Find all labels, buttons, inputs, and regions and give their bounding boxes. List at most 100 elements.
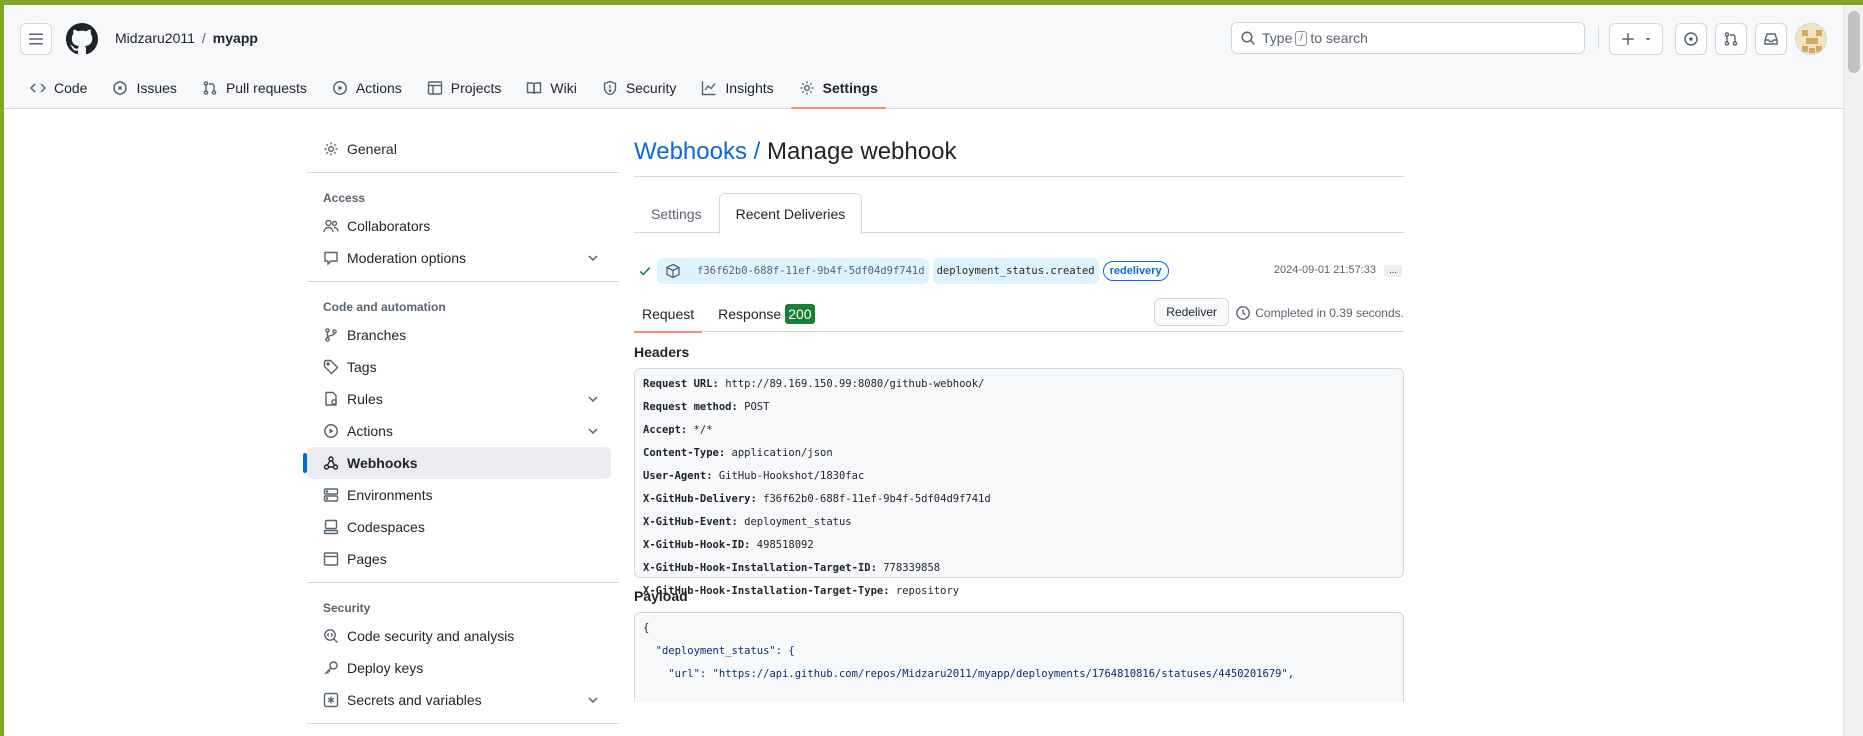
webhooks-breadcrumb-link[interactable]: Webhooks / bbox=[634, 138, 760, 165]
inbox-icon bbox=[1763, 31, 1779, 47]
sidebar-item-branches[interactable]: Branches bbox=[307, 319, 611, 351]
sidebar-item-pages[interactable]: Pages bbox=[307, 543, 611, 575]
browser-icon bbox=[323, 551, 339, 567]
sidebar-item-moderation[interactable]: Moderation options bbox=[307, 242, 611, 274]
tab-wiki[interactable]: Wiki bbox=[518, 72, 584, 104]
payload-value: "https://api.github.com/repos/Midzaru201… bbox=[712, 668, 1295, 680]
tab-label: Insights bbox=[725, 80, 774, 96]
header-value: deployment_status bbox=[744, 516, 852, 528]
package-icon bbox=[665, 263, 681, 279]
tab-label: Security bbox=[625, 80, 677, 96]
tab-webhook-settings[interactable]: Settings bbox=[634, 193, 719, 232]
tab-issues[interactable]: Issues bbox=[104, 72, 184, 104]
graph-icon bbox=[701, 80, 717, 96]
header-value: 778339858 bbox=[883, 562, 941, 574]
header-value: repository bbox=[895, 585, 960, 597]
shield-icon bbox=[602, 80, 618, 96]
sidebar-item-tags[interactable]: Tags bbox=[307, 351, 611, 383]
pull-request-icon bbox=[202, 80, 218, 96]
sidebar-item-label: Tags bbox=[347, 359, 377, 375]
tab-response[interactable]: Response 200 bbox=[710, 296, 822, 332]
header-key: X-GitHub-Event: bbox=[643, 516, 738, 528]
page-scrollbar[interactable] bbox=[1843, 5, 1863, 736]
delivery-expand-button[interactable]: ... bbox=[1384, 265, 1402, 277]
repo-breadcrumb: Midzaru2011 / myapp bbox=[115, 30, 258, 46]
sidebar-item-secrets[interactable]: Secrets and variables bbox=[307, 684, 611, 716]
triangle-down-icon bbox=[1644, 31, 1652, 47]
sidebar-item-label: Branches bbox=[347, 327, 407, 343]
tab-pull-requests[interactable]: Pull requests bbox=[194, 72, 315, 104]
comment-icon bbox=[323, 250, 339, 266]
tab-label: Issues bbox=[136, 80, 177, 96]
pull-requests-button[interactable] bbox=[1715, 23, 1747, 55]
tab-code[interactable]: Code bbox=[22, 72, 95, 104]
request-response-tabs: Request Response 200 Redeliver Completed… bbox=[634, 296, 1404, 333]
sidebar-item-general[interactable]: General bbox=[307, 133, 611, 165]
sidebar-group-security: Security bbox=[323, 601, 371, 615]
completion-text: Completed in 0.39 seconds. bbox=[1255, 306, 1404, 320]
tab-recent-deliveries[interactable]: Recent Deliveries bbox=[718, 193, 863, 234]
payload-line: { bbox=[643, 622, 650, 634]
header-divider bbox=[1598, 27, 1599, 49]
payload-code-box: { "deployment_status": { "url": "https:/… bbox=[634, 612, 1404, 702]
sidebar-divider bbox=[307, 172, 619, 173]
tab-security[interactable]: Security bbox=[594, 72, 685, 104]
github-logo-icon[interactable] bbox=[66, 23, 98, 55]
sidebar-item-label: Moderation options bbox=[347, 250, 467, 266]
payload-key: "deployment_status": { bbox=[643, 645, 795, 657]
sidebar-divider bbox=[307, 582, 619, 583]
book-icon bbox=[526, 80, 542, 96]
search-placeholder-suffix: to search bbox=[1310, 30, 1368, 46]
headers-code-box: Request URL: http://89.169.150.99:8080/g… bbox=[634, 368, 1404, 597]
header-key: X-GitHub-Hook-ID: bbox=[643, 539, 751, 551]
sidebar-item-label: Webhooks bbox=[347, 455, 418, 471]
delivery-event: deployment_status.created bbox=[932, 258, 1099, 284]
hamburger-icon bbox=[28, 31, 44, 47]
sidebar-item-deploy-keys[interactable]: Deploy keys bbox=[307, 652, 611, 684]
tab-label: Settings bbox=[822, 80, 878, 96]
branch-icon bbox=[323, 327, 339, 343]
menu-button[interactable] bbox=[20, 23, 52, 55]
tab-label: Projects bbox=[450, 80, 502, 96]
code-icon bbox=[30, 80, 46, 96]
redeliver-button[interactable]: Redeliver bbox=[1154, 298, 1229, 326]
tab-projects[interactable]: Projects bbox=[419, 72, 510, 104]
webhook-tabs: Settings Recent Deliveries bbox=[634, 193, 1404, 234]
play-icon bbox=[323, 423, 339, 439]
repo-name-link[interactable]: myapp bbox=[213, 30, 258, 46]
user-avatar[interactable] bbox=[1795, 23, 1827, 55]
pull-request-icon bbox=[1723, 31, 1739, 47]
sidebar-item-label: Environments bbox=[347, 487, 433, 503]
sidebar-item-actions[interactable]: Actions bbox=[307, 415, 611, 447]
tab-actions[interactable]: Actions bbox=[324, 72, 410, 104]
search-input[interactable]: Type / to search bbox=[1231, 22, 1585, 54]
sidebar-item-label: Rules bbox=[347, 391, 383, 407]
sidebar-item-codespaces[interactable]: Codespaces bbox=[307, 511, 611, 543]
header-line: Content-Type: application/json bbox=[643, 446, 1395, 469]
tab-settings[interactable]: Settings bbox=[790, 72, 887, 109]
sidebar-item-code-security[interactable]: Code security and analysis bbox=[307, 620, 611, 652]
page-title: Webhooks / Manage webhook bbox=[634, 133, 1404, 177]
header-value: http://89.169.150.99:8080/github-webhook… bbox=[725, 378, 985, 390]
sidebar-item-webhooks[interactable]: Webhooks bbox=[303, 447, 611, 479]
delivery-row[interactable]: f36f62b0-688f-11ef-9b4f-5df04d9f741d dep… bbox=[634, 255, 1404, 287]
asterisk-icon bbox=[323, 692, 339, 708]
payload-line: "deployment_status": { bbox=[643, 644, 1395, 667]
header-key: X-GitHub-Delivery: bbox=[643, 493, 757, 505]
sidebar-item-rules[interactable]: Rules bbox=[307, 383, 611, 415]
payload-key: "url": bbox=[643, 668, 713, 680]
headers-heading: Headers bbox=[634, 344, 690, 360]
create-new-button[interactable] bbox=[1609, 23, 1663, 55]
sidebar-item-collaborators[interactable]: Collaborators bbox=[307, 210, 611, 242]
scrollbar-thumb[interactable] bbox=[1848, 11, 1860, 73]
inbox-button[interactable] bbox=[1755, 23, 1787, 55]
repo-owner-link[interactable]: Midzaru2011 bbox=[115, 30, 195, 46]
issues-button[interactable] bbox=[1675, 23, 1707, 55]
gear-icon bbox=[323, 141, 339, 157]
sidebar-item-environments[interactable]: Environments bbox=[307, 479, 611, 511]
gear-icon bbox=[799, 80, 815, 96]
tab-insights[interactable]: Insights bbox=[693, 72, 781, 104]
header-key: Request URL: bbox=[643, 378, 719, 390]
response-status-badge: 200 bbox=[785, 303, 815, 324]
tab-request[interactable]: Request bbox=[634, 296, 703, 333]
